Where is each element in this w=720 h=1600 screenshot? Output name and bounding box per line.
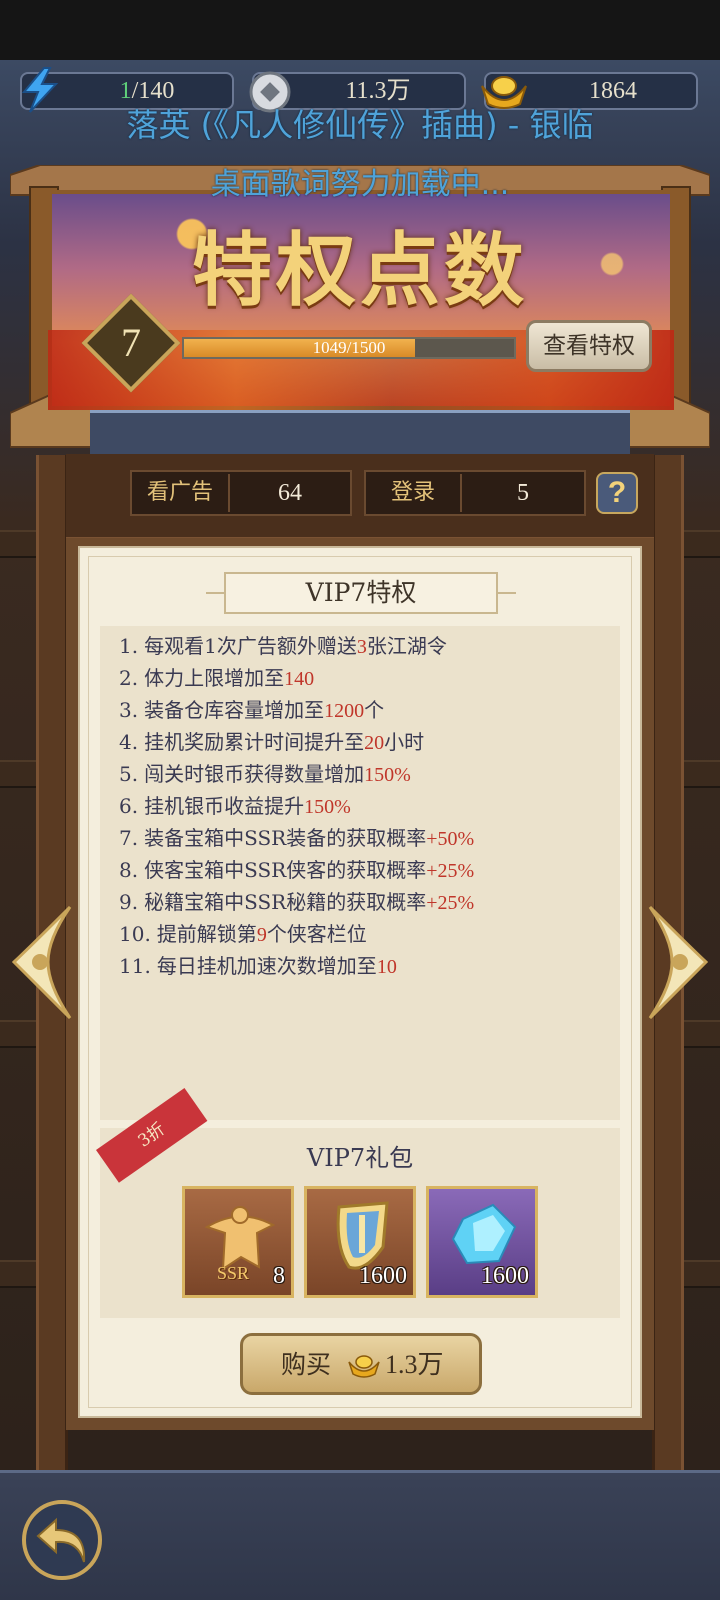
privilege-text: 闯关时银币获得数量增加 <box>144 762 365 786</box>
privilege-highlight: 10 <box>376 956 397 978</box>
privilege-highlight: 150% <box>364 764 411 786</box>
item-count: 1600 <box>481 1263 529 1289</box>
privilege-number: 8. <box>119 858 139 882</box>
privilege-item: 6. 挂机银币收益提升150% <box>119 790 619 822</box>
prev-vip-arrow[interactable] <box>11 905 72 1020</box>
privilege-number: 1. <box>119 634 139 658</box>
item-count: 1600 <box>359 1263 407 1289</box>
lyric-line-1: 落英 (《凡人修仙传》插曲) - 银临 <box>126 106 594 144</box>
privilege-text: 每日挂机加速次数增加至 <box>156 954 377 978</box>
privilege-item: 3. 装备仓库容量增加至1200个 <box>119 694 619 726</box>
gift-item-crystal[interactable]: 1600 <box>426 1186 538 1298</box>
lyric-line-2: 桌面歌词努力加载中... <box>210 167 510 202</box>
buy-label: 购买 <box>281 1350 332 1379</box>
privilege-item: 1. 每观看1次广告额外赠送3张江湖令 <box>119 630 619 662</box>
ad-label: 看广告 <box>146 480 213 505</box>
bottom-bar <box>0 1470 720 1600</box>
banner-base <box>90 410 630 456</box>
privilege-item: 2. 体力上限增加至140 <box>119 662 619 694</box>
privilege-item: 11. 每日挂机加速次数增加至10 <box>119 950 619 982</box>
privilege-highlight: +50% <box>426 828 475 850</box>
privilege-item: 5. 闯关时银币获得数量增加150% <box>119 758 619 790</box>
privilege-text: 挂机银币收益提升 <box>144 794 305 818</box>
privilege-text: 装备仓库容量增加至 <box>144 698 325 722</box>
chevron-left-icon <box>11 905 72 1020</box>
ad-value: 64 <box>278 480 302 506</box>
privilege-number: 3. <box>119 698 139 722</box>
privilege-number: 2. <box>119 666 139 690</box>
privilege-item: 4. 挂机奖励累计时间提升至20小时 <box>119 726 619 758</box>
status-bar <box>0 0 720 60</box>
privilege-text: 秘籍宝箱中SSR秘籍的获取概率 <box>144 890 427 914</box>
gift-item-ssr-hero[interactable]: SSR 8 <box>182 1186 294 1298</box>
privilege-highlight: +25% <box>426 860 475 882</box>
privilege-number: 6. <box>119 794 139 818</box>
vip-level-number: 7 <box>121 320 141 365</box>
gold-ingot-icon <box>348 1355 380 1378</box>
privilege-text: 个侠客栏位 <box>266 922 367 946</box>
next-vip-arrow[interactable] <box>648 905 709 1020</box>
privilege-number: 11. <box>119 954 151 978</box>
buy-price: 1.3万 <box>385 1350 444 1379</box>
banner-title: 特权点数 <box>192 223 528 317</box>
privilege-text: 侠客宝箱中SSR侠客的获取概率 <box>144 858 427 882</box>
privilege-text: 提前解锁第 <box>156 922 257 946</box>
privilege-number: 4. <box>119 730 139 754</box>
energy-current: 1 <box>119 78 132 104</box>
login-label: 登录 <box>390 480 435 505</box>
vip-privilege-title: VIP7特权 <box>224 572 498 614</box>
item-count: 8 <box>273 1263 285 1289</box>
privilege-text: 张江湖令 <box>366 634 447 658</box>
privilege-highlight: +25% <box>426 892 475 914</box>
vip-progress-text: 1049/1500 <box>312 338 386 357</box>
privilege-text: 体力上限增加至 <box>144 666 285 690</box>
privilege-text: 每观看1次广告额外赠送 <box>144 634 357 658</box>
energy-max: /140 <box>131 78 175 104</box>
privilege-highlight: 1200 <box>324 700 365 722</box>
privilege-highlight: 3 <box>356 636 367 658</box>
privilege-item: 10. 提前解锁第9个侠客栏位 <box>119 918 619 950</box>
privilege-number: 9. <box>119 890 139 914</box>
login-value: 5 <box>517 480 529 506</box>
title-ornament-right <box>496 592 516 594</box>
gift-pack-title: VIP7礼包 <box>306 1144 414 1172</box>
help-button[interactable]: ? <box>596 472 638 514</box>
privilege-number: 5. <box>119 762 139 786</box>
back-arrow-icon <box>36 1517 86 1563</box>
privilege-highlight: 140 <box>284 668 315 690</box>
gift-item-shield[interactable]: 1600 <box>304 1186 416 1298</box>
privilege-highlight: 150% <box>304 796 351 818</box>
privilege-number: 7. <box>119 826 139 850</box>
privilege-highlight: 20 <box>364 732 385 754</box>
privilege-text: 个 <box>364 698 385 722</box>
privilege-text: 小时 <box>384 730 425 754</box>
privilege-item: 8. 侠客宝箱中SSR侠客的获取概率+25% <box>119 854 619 886</box>
privilege-item: 9. 秘籍宝箱中SSR秘籍的获取概率+25% <box>119 886 619 918</box>
chevron-right-icon <box>648 905 709 1020</box>
privilege-text: 装备宝箱中SSR装备的获取概率 <box>144 826 427 850</box>
privilege-highlight: 9 <box>256 924 267 946</box>
ssr-badge: SSR <box>217 1263 250 1283</box>
buy-button[interactable]: 购买 1.3万 <box>240 1333 482 1395</box>
back-button[interactable] <box>22 1500 102 1580</box>
privilege-text: 挂机奖励累计时间提升至 <box>144 730 365 754</box>
privilege-number: 10. <box>119 922 151 946</box>
privilege-item: 7. 装备宝箱中SSR装备的获取概率+50% <box>119 822 619 854</box>
title-ornament-left <box>206 592 226 594</box>
view-privilege-button[interactable]: 查看特权 <box>526 320 652 372</box>
